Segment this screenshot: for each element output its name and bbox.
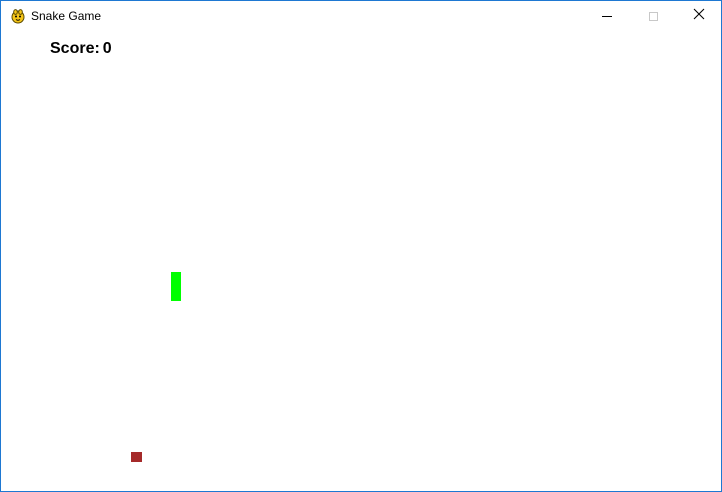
title-bar[interactable]: Snake Game [1, 1, 721, 31]
maximize-icon [648, 11, 658, 21]
close-icon [693, 7, 705, 25]
game-window: Snake Game Score: 0 [0, 0, 722, 492]
close-button[interactable] [676, 1, 721, 31]
score-display: Score: 0 [50, 40, 112, 58]
pygame-snake-icon [10, 8, 26, 24]
minimize-icon [602, 15, 612, 17]
window-title: Snake Game [31, 9, 102, 23]
score-label: Score: [50, 40, 100, 57]
game-canvas[interactable]: Score: 0 [1, 31, 721, 491]
score-value: 0 [102, 40, 112, 57]
snake-body [171, 272, 181, 301]
maximize-button[interactable] [630, 1, 676, 31]
minimize-button[interactable] [584, 1, 630, 31]
food-item [131, 452, 142, 462]
